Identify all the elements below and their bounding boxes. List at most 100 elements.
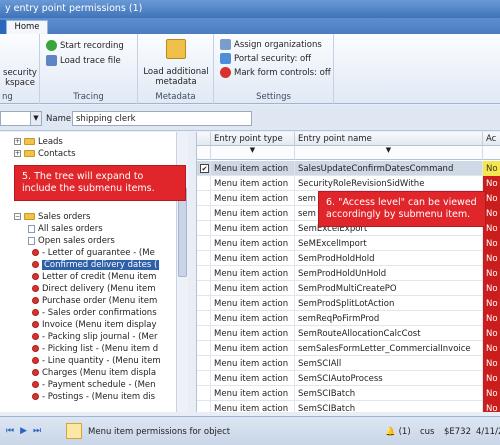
cell-entry-point-name[interactable]: SeMExcelImport (295, 236, 483, 251)
filter-cell-name[interactable]: ▼ (295, 146, 483, 160)
filter-cell-type[interactable]: ▼ (211, 146, 295, 160)
table-row[interactable]: Menu item action SemProdSplitLotAction No (197, 296, 500, 311)
cell-entry-point-name[interactable]: SemSCIBatch (295, 401, 483, 412)
cell-entry-point-name[interactable]: semReqPoFirmProd (295, 311, 483, 326)
cell-access-level[interactable]: No (483, 326, 500, 341)
cell-entry-point-type[interactable]: Menu item action (211, 311, 295, 326)
table-row[interactable]: Menu item action SecurityRoleRevisionSidW… (197, 176, 500, 191)
cell-entry-point-name[interactable]: SecurityRoleRevisionSidWithe (295, 176, 483, 191)
edit-pencil-icon[interactable] (66, 423, 82, 439)
next-record-icon[interactable]: ▶ (20, 426, 27, 436)
cell-entry-point-type[interactable]: Menu item action (211, 206, 295, 221)
cell-entry-point-name[interactable]: SalesUpdateConfirmDatesCommand (295, 161, 483, 176)
table-row[interactable]: Menu item action SemSCIBatch No (197, 386, 500, 401)
cell-entry-point-type[interactable]: Menu item action (211, 251, 295, 266)
tree-node[interactable]: Open sales orders (28, 235, 115, 246)
tree-node[interactable]: Direct delivery (Menu item (32, 283, 156, 294)
row-checkbox[interactable] (197, 311, 211, 326)
cell-entry-point-type[interactable]: Menu item action (211, 371, 295, 386)
mark-form-controls-toggle[interactable]: Mark form controls: off (220, 67, 331, 78)
row-checkbox[interactable]: ✔ (197, 161, 211, 176)
tree-node[interactable]: - Payment schedule - (Men (32, 379, 156, 390)
column-header-access[interactable]: Ac (483, 132, 500, 146)
cell-access-level[interactable]: No (483, 401, 500, 412)
row-checkbox[interactable] (197, 176, 211, 191)
table-row[interactable]: Menu item action SemSCIAutoProcess No (197, 371, 500, 386)
assign-organizations-button[interactable]: Assign organizations (220, 39, 322, 50)
column-header-name[interactable]: Entry point name (295, 132, 483, 146)
tree-node[interactable]: Invoice (Menu item display (32, 319, 157, 330)
cell-access-level[interactable]: No (483, 311, 500, 326)
cell-access-level[interactable]: No (483, 236, 500, 251)
table-row[interactable]: ✔ Menu item action SalesUpdateConfirmDates… (197, 161, 500, 176)
currency-indicator[interactable]: $E732 (444, 427, 471, 437)
expand-icon[interactable]: + (14, 138, 21, 145)
grid-select-all-header[interactable] (197, 132, 211, 146)
company-indicator[interactable]: cus (420, 427, 435, 437)
cell-entry-point-type[interactable]: Menu item action (211, 341, 295, 356)
tree-node[interactable]: - Letter of guarantee - (Me (32, 247, 155, 258)
cell-access-level[interactable]: No (483, 341, 500, 356)
tree-node[interactable]: Purchase order (Menu item (32, 295, 157, 306)
filter-cell-access[interactable] (483, 146, 500, 160)
load-trace-file-button[interactable]: Load trace file (46, 55, 121, 66)
table-row[interactable]: Menu item action SemRouteAllocationCalcCo… (197, 326, 500, 341)
cell-access-level[interactable]: No (483, 176, 500, 191)
row-checkbox[interactable] (197, 281, 211, 296)
row-checkbox[interactable] (197, 266, 211, 281)
row-checkbox[interactable] (197, 386, 211, 401)
tree-node[interactable]: - Postings - (Menu item dis (32, 391, 155, 402)
cell-entry-point-name[interactable]: SemProdHoldUnHold (295, 266, 483, 281)
tree-node[interactable]: Letter of credit (Menu item (32, 271, 156, 282)
row-checkbox[interactable] (197, 206, 211, 221)
table-row[interactable]: Menu item action SeMExcelImport No (197, 236, 500, 251)
table-row[interactable]: Menu item action SemProdMultiCreatePO No (197, 281, 500, 296)
tree-node[interactable]: - Line quantity - (Menu item (32, 355, 161, 366)
cell-entry-point-type[interactable]: Menu item action (211, 386, 295, 401)
row-checkbox[interactable] (197, 236, 211, 251)
portal-security-toggle[interactable]: Portal security: off (220, 53, 311, 64)
row-checkbox[interactable] (197, 221, 211, 236)
table-row[interactable]: Menu item action SemSCIAll No (197, 356, 500, 371)
cell-entry-point-type[interactable]: Menu item action (211, 191, 295, 206)
tree-node[interactable]: All sales orders (28, 223, 103, 234)
tree-node[interactable]: − Sales orders (14, 211, 90, 222)
expand-icon[interactable]: + (14, 150, 21, 157)
row-checkbox[interactable] (197, 401, 211, 412)
tree-node[interactable]: + Contacts (14, 148, 76, 159)
cell-access-level[interactable]: No (483, 356, 500, 371)
table-row[interactable]: Menu item action SemProdHoldHold No (197, 251, 500, 266)
table-row[interactable]: Menu item action SemProdHoldUnHold No (197, 266, 500, 281)
collapse-icon[interactable]: − (14, 213, 21, 220)
row-checkbox[interactable] (197, 326, 211, 341)
cell-entry-point-type[interactable]: Menu item action (211, 221, 295, 236)
cell-entry-point-name[interactable]: SemSCIBatch (295, 386, 483, 401)
cell-entry-point-name[interactable]: SemSCIAutoProcess (295, 371, 483, 386)
table-row[interactable]: Menu item action SemSCIBatch No (197, 401, 500, 412)
table-row[interactable]: Menu item action semReqPoFirmProd No (197, 311, 500, 326)
cell-entry-point-name[interactable]: SemProdSplitLotAction (295, 296, 483, 311)
cell-entry-point-name[interactable]: SemProdHoldHold (295, 251, 483, 266)
tree-node[interactable]: Confirmed delivery dates ( (32, 259, 160, 270)
table-row[interactable]: Menu item action semSalesFormLetter_Comme… (197, 341, 500, 356)
row-checkbox[interactable] (197, 356, 211, 371)
cell-entry-point-type[interactable]: Menu item action (211, 266, 295, 281)
cell-entry-point-type[interactable]: Menu item action (211, 236, 295, 251)
start-recording-button[interactable]: Start recording (46, 40, 124, 51)
cell-entry-point-name[interactable]: SemSCIAll (295, 356, 483, 371)
cell-entry-point-name[interactable]: SemRouteAllocationCalcCost (295, 326, 483, 341)
session-date[interactable]: 4/11/2 (476, 427, 500, 437)
tree-node[interactable]: - Packing slip journal - (Mer (32, 331, 158, 342)
cell-access-level[interactable]: No (483, 296, 500, 311)
row-checkbox[interactable] (197, 371, 211, 386)
row-checkbox[interactable] (197, 296, 211, 311)
name-filter-input[interactable]: shipping clerk (72, 111, 252, 126)
tab-home[interactable]: Home (6, 20, 48, 34)
cell-entry-point-type[interactable]: Menu item action (211, 356, 295, 371)
cell-entry-point-name[interactable]: semSalesFormLetter_CommercialInvoice (295, 341, 483, 356)
cell-entry-point-type[interactable]: Menu item action (211, 326, 295, 341)
cell-access-level[interactable]: No (483, 266, 500, 281)
load-additional-metadata-button[interactable]: Load additional metadata (138, 67, 214, 87)
row-checkbox[interactable] (197, 251, 211, 266)
last-record-icon[interactable]: ⏭ (33, 426, 41, 436)
